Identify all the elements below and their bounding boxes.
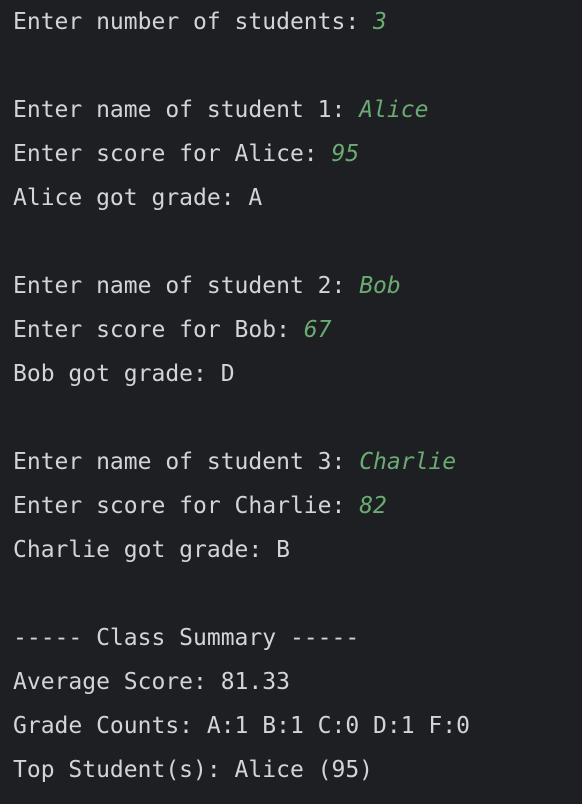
console-line-student-2-score: Enter score for Bob: 67 [13, 308, 573, 352]
console-line-summary-header: ----- Class Summary ----- [13, 616, 573, 660]
prompt-text: Enter score for Bob: [13, 317, 304, 343]
prompt-text: Enter score for Alice: [13, 141, 332, 167]
console-line-student-3-grade: Charlie got grade: B [13, 528, 573, 572]
output-text: Charlie got grade: B [13, 537, 290, 563]
prompt-text: Enter name of student 1: [13, 97, 360, 123]
prompt-text: Enter name of student 3: [13, 449, 360, 475]
prompt-text: Enter number of students: [13, 9, 374, 35]
console-line-top-student: Top Student(s): Alice (95) [13, 748, 573, 792]
user-input-text: 67 [303, 317, 332, 343]
console-line-student-1-score: Enter score for Alice: 95 [13, 132, 573, 176]
user-input-text: Bob [359, 273, 401, 299]
console-line-student-3-name: Enter name of student 3: Charlie [13, 440, 573, 484]
run-console-window: { "colors": { "background": "#1e1f22", "… [0, 0, 582, 804]
prompt-text: Enter score for Charlie: [13, 493, 360, 519]
console-line-grade-counts: Grade Counts: A:1 B:1 C:0 D:1 F:0 [13, 704, 573, 748]
user-input-text: Charlie [359, 449, 457, 475]
user-input-text: Alice [359, 97, 429, 123]
console-line-average-score: Average Score: 81.33 [13, 660, 573, 704]
console-line-student-3-score: Enter score for Charlie: 82 [13, 484, 573, 528]
console-line-student-1-grade: Alice got grade: A [13, 176, 573, 220]
output-text: Bob got grade: D [13, 361, 235, 387]
console-output[interactable]: Enter number of students: 3 Enter name o… [13, 0, 573, 804]
output-text: ----- Class Summary ----- [13, 625, 360, 651]
console-line-student-1-name: Enter name of student 1: Alice [13, 88, 573, 132]
prompt-text: Enter name of student 2: [13, 273, 360, 299]
console-line-student-count: Enter number of students: 3 [13, 0, 573, 44]
user-input-text: 95 [331, 141, 360, 167]
output-text: Average Score: 81.33 [13, 669, 290, 695]
user-input-text: 82 [359, 493, 387, 519]
output-text: Grade Counts: A:1 B:1 C:0 D:1 F:0 [13, 713, 470, 739]
console-line-student-2-name: Enter name of student 2: Bob [13, 264, 573, 308]
user-input-text: 3 [373, 9, 387, 35]
console-line-student-2-grade: Bob got grade: D [13, 352, 573, 396]
output-text: Alice got grade: A [13, 185, 263, 211]
output-text: Top Student(s): Alice (95) [13, 757, 374, 783]
